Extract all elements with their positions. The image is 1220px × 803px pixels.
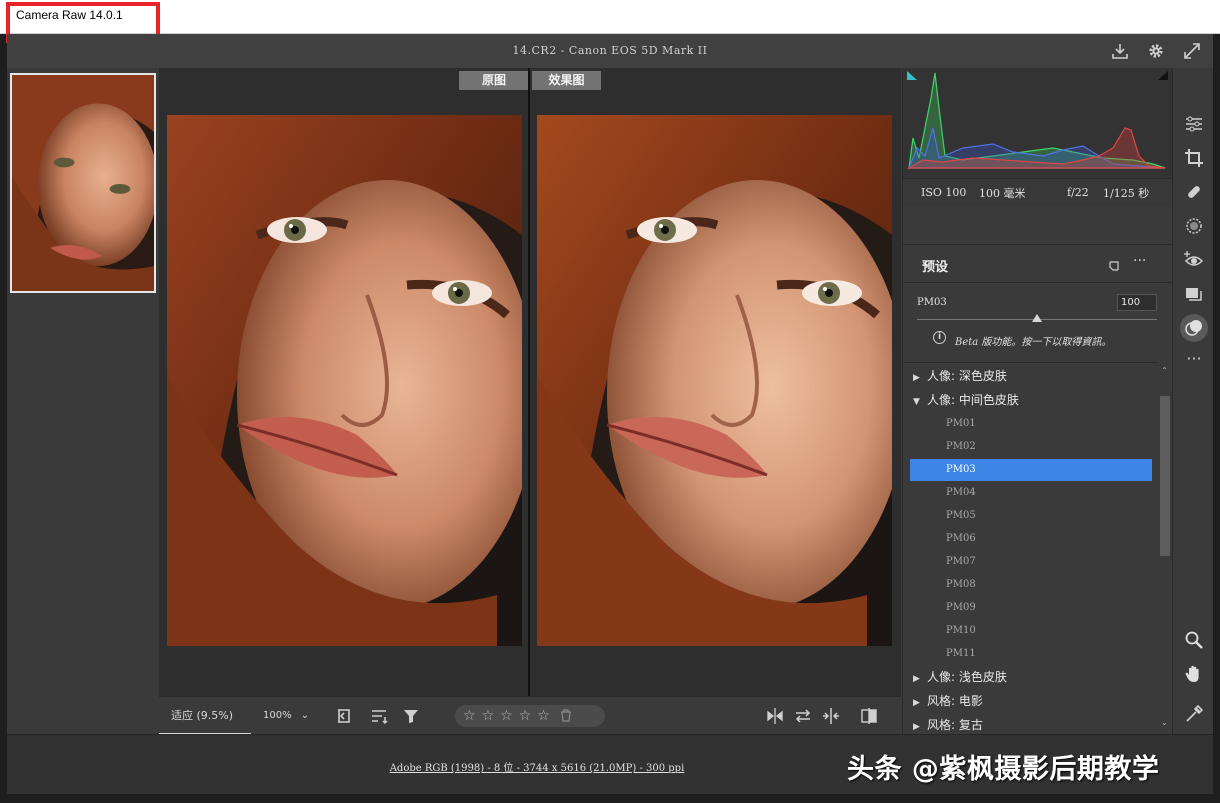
star-2[interactable]: ☆ xyxy=(482,709,495,723)
toggle-compare-icon[interactable] xyxy=(859,706,879,726)
preset-item[interactable]: PM05 xyxy=(910,505,1152,527)
red-eye-icon[interactable] xyxy=(1180,246,1208,274)
masking-icon[interactable] xyxy=(1180,212,1208,240)
triangle-right-icon: ▶ xyxy=(913,722,920,732)
exif-focal-length: 100 毫米 xyxy=(979,186,1026,200)
rating-stars: ☆ ☆ ☆ ☆ ☆ xyxy=(455,705,605,727)
fit-zoom-button[interactable]: 适应 (9.5%) xyxy=(159,697,251,735)
preset-group-label: 人像: 深色皮肤 xyxy=(927,369,1007,383)
beta-note: Beta 版功能。按一下以取得資訊。 xyxy=(955,337,1112,348)
triangle-right-icon: ▶ xyxy=(913,674,920,684)
sort-icon[interactable] xyxy=(369,706,389,726)
camera-raw-app: 14.CR2 - Canon EOS 5D Mark II 原图 效果图 适应 … xyxy=(7,34,1213,794)
top-bar: 14.CR2 - Canon EOS 5D Mark II xyxy=(7,34,1213,68)
scroll-up-arrow[interactable]: ⌃ xyxy=(1161,366,1168,375)
after-photo xyxy=(537,115,892,646)
preset-item[interactable]: PM09 xyxy=(910,597,1152,619)
preset-list-scrollbar[interactable]: ⌃ ⌄ xyxy=(1158,362,1172,734)
preset-group-label: 人像: 中间色皮肤 xyxy=(927,393,1019,407)
presets-icon[interactable] xyxy=(1180,314,1208,342)
more-tools-icon[interactable]: ··· xyxy=(1180,344,1208,372)
hand-tool-icon[interactable] xyxy=(1180,660,1208,688)
healing-brush-icon[interactable] xyxy=(1180,178,1208,206)
exif-aperture: f/22 xyxy=(1067,186,1089,199)
before-photo xyxy=(167,115,522,646)
preset-item[interactable]: PM06 xyxy=(910,528,1152,550)
exif-shutter: 1/125 秒 xyxy=(1103,186,1150,200)
preset-group[interactable]: ▶ 风格: 电影 xyxy=(913,692,983,709)
star-1[interactable]: ☆ xyxy=(463,709,476,723)
star-3[interactable]: ☆ xyxy=(500,709,513,723)
fullscreen-icon[interactable] xyxy=(1181,40,1203,62)
snapshots-icon[interactable] xyxy=(1180,280,1208,308)
shadow-clipping-icon xyxy=(907,71,917,80)
slider-handle[interactable] xyxy=(1032,314,1042,322)
preset-item[interactable]: PM11 xyxy=(910,643,1152,665)
preset-item[interactable]: PM04 xyxy=(910,482,1152,504)
preset-item[interactable]: PM02 xyxy=(910,436,1152,458)
preset-group[interactable]: ▶ 人像: 浅色皮肤 xyxy=(913,668,1007,685)
more-options-icon[interactable]: ··· xyxy=(1133,253,1146,269)
filmstrip-toggle-icon[interactable] xyxy=(335,706,355,726)
exif-info: ISO 100 100 毫米 f/22 1/125 秒 xyxy=(903,178,1172,206)
save-icon[interactable] xyxy=(1109,40,1131,62)
preset-amount-slider[interactable] xyxy=(917,314,1157,322)
new-preset-icon[interactable] xyxy=(1108,257,1120,276)
preset-amount-input[interactable]: 100 xyxy=(1117,294,1157,311)
preset-group[interactable]: ▶ 风格: 复古 xyxy=(913,716,983,732)
scrollbar-thumb[interactable] xyxy=(1160,396,1170,556)
crop-icon[interactable] xyxy=(1180,144,1208,172)
preview-canvas[interactable]: 原图 效果图 xyxy=(159,68,901,696)
filmstrip xyxy=(7,68,159,734)
scroll-down-arrow[interactable]: ⌄ xyxy=(1161,718,1168,727)
zoom-level-dropdown[interactable]: 100% ⌄ xyxy=(259,697,315,735)
info-icon[interactable]: i xyxy=(933,331,946,344)
before-label: 原图 xyxy=(459,71,529,90)
compare-divider xyxy=(528,68,530,696)
triangle-right-icon: ▶ xyxy=(913,698,920,708)
copy-settings-icon[interactable] xyxy=(821,706,841,726)
preset-group-label: 风格: 电影 xyxy=(927,694,983,708)
preset-list: ▶ 人像: 深色皮肤 ▼ 人像: 中间色皮肤 PM01 PM02 PM03 PM04 PM05 P… xyxy=(903,362,1158,732)
watermark: 头条 @紫枫摄影后期教学 xyxy=(847,754,1160,785)
right-panel: ISO 100 100 毫米 f/22 1/125 秒 预设 ··· PM03 … xyxy=(902,68,1172,734)
star-4[interactable]: ☆ xyxy=(519,709,532,723)
exif-iso: ISO 100 xyxy=(921,186,967,199)
after-label: 效果图 xyxy=(532,71,601,90)
gear-icon[interactable] xyxy=(1145,40,1167,62)
filmstrip-thumbnail[interactable] xyxy=(10,73,156,293)
edit-sliders-icon[interactable] xyxy=(1180,110,1208,138)
presets-title: 预设 xyxy=(922,260,949,275)
zoom-level-value: 100% xyxy=(263,710,292,721)
trash-icon[interactable] xyxy=(560,707,572,726)
zoom-tool-icon[interactable] xyxy=(1180,626,1208,654)
canvas-bottom-bar: 适应 (9.5%) 100% ⌄ ☆ ☆ ☆ ☆ ☆ xyxy=(159,696,901,735)
preset-group[interactable]: ▼ 人像: 中间色皮肤 xyxy=(913,391,1019,408)
presets-header: 预设 ··· xyxy=(903,244,1172,282)
filter-icon[interactable] xyxy=(401,706,421,726)
preset-item[interactable]: PM01 xyxy=(910,413,1152,435)
preset-group[interactable]: ▶ 人像: 深色皮肤 xyxy=(913,367,1007,384)
triangle-right-icon: ▶ xyxy=(913,373,920,383)
preset-group-label: 人像: 浅色皮肤 xyxy=(927,670,1007,684)
preset-item[interactable]: PM03 xyxy=(910,459,1152,481)
preset-item[interactable]: PM10 xyxy=(910,620,1152,642)
before-after-view-icon[interactable] xyxy=(765,706,785,726)
swap-settings-icon[interactable] xyxy=(793,706,813,726)
window-titlebar: Camera Raw 14.0.1 xyxy=(0,0,1220,43)
preset-item[interactable]: PM08 xyxy=(910,574,1152,596)
preset-group-label: 风格: 复古 xyxy=(927,718,983,732)
histogram xyxy=(903,68,1172,178)
preset-amount-section: PM03 100 i Beta 版功能。按一下以取得資訊。 xyxy=(903,282,1172,362)
file-name: 14.CR2 - Canon EOS 5D Mark II xyxy=(512,44,708,57)
preset-amount-label: PM03 xyxy=(917,297,947,308)
eyedropper-icon[interactable] xyxy=(1180,700,1208,728)
star-5[interactable]: ☆ xyxy=(537,709,550,723)
preset-item[interactable]: PM07 xyxy=(910,551,1152,573)
tool-strip: ··· xyxy=(1172,68,1213,756)
chevron-down-icon: ⌄ xyxy=(300,710,310,721)
status-bar: Adobe RGB (1998) - 8 位 - 3744 x 5616 (21… xyxy=(7,734,1213,794)
triangle-down-icon: ▼ xyxy=(913,397,920,407)
